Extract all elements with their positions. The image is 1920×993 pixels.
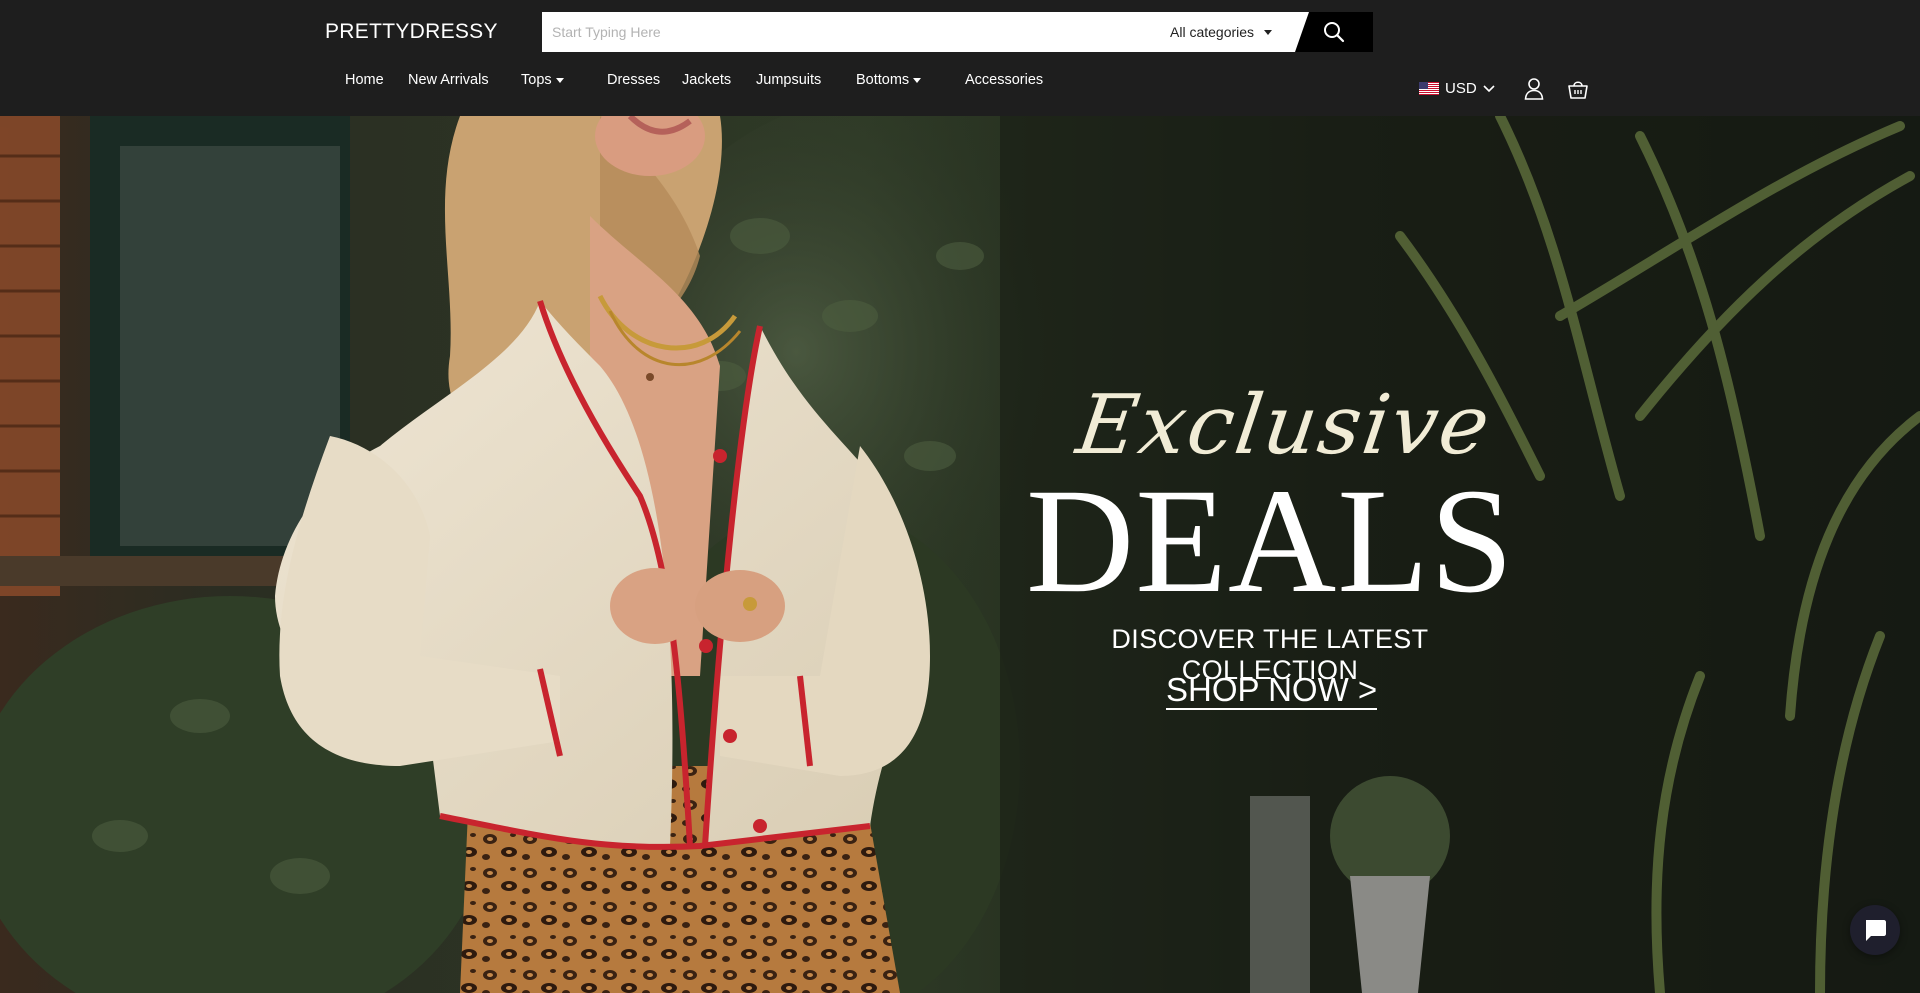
- nav-item-new-arrivals[interactable]: New Arrivals: [408, 72, 489, 88]
- nav-item-label: Accessories: [965, 72, 1044, 88]
- search-input[interactable]: [542, 12, 1142, 52]
- chevron-down-icon: [1483, 84, 1495, 92]
- nav-item-label: Jackets: [682, 72, 732, 88]
- nav-item-jackets[interactable]: Jackets: [682, 72, 731, 88]
- caret-down-icon: [555, 77, 564, 83]
- chat-button[interactable]: [1850, 905, 1900, 955]
- category-select[interactable]: All categories: [1170, 12, 1296, 52]
- search-button[interactable]: [1295, 12, 1373, 52]
- hero-image: [0, 116, 1920, 993]
- us-flag-icon: [1419, 82, 1439, 95]
- nav-item-accessories[interactable]: Accessories: [965, 72, 1043, 88]
- category-select-label: All categories: [1170, 24, 1255, 40]
- nav-item-label: Bottoms: [856, 72, 910, 88]
- hero-banner[interactable]: Exclusive DEALS DISCOVER THE LATEST COLL…: [0, 116, 1920, 993]
- currency-selector[interactable]: USD: [1419, 80, 1495, 97]
- caret-down-icon: [913, 77, 922, 83]
- nav-item-home[interactable]: Home: [345, 72, 384, 88]
- chat-icon: [1866, 920, 1886, 941]
- nav-item-label: Jumpsuits: [756, 72, 822, 88]
- nav-item-jumpsuits[interactable]: Jumpsuits: [756, 72, 821, 88]
- nav-item-dresses[interactable]: Dresses: [607, 72, 660, 88]
- shopping-bag-icon: [1568, 81, 1588, 99]
- account-button[interactable]: [1524, 78, 1544, 105]
- nav-item-label: Tops: [521, 72, 552, 88]
- nav-item-label: Dresses: [607, 72, 661, 88]
- currency-label: USD: [1445, 80, 1477, 97]
- search-bar: All categories: [542, 12, 1373, 52]
- nav-item-label: Home: [345, 72, 384, 88]
- nav-item-bottoms[interactable]: Bottoms: [856, 72, 922, 88]
- search-icon: [1324, 22, 1345, 43]
- nav-item-tops[interactable]: Tops: [521, 72, 564, 88]
- shop-now-link[interactable]: SHOP NOW >: [1166, 672, 1378, 710]
- nav-item-label: New Arrivals: [408, 72, 489, 88]
- hero-title: DEALS: [1026, 458, 1515, 624]
- logo[interactable]: PRETTYDRESSY: [325, 20, 498, 44]
- caret-down-icon: [1264, 29, 1273, 35]
- cart-button[interactable]: [1567, 79, 1589, 104]
- site-header: PRETTYDRESSY All categories Home New Arr…: [0, 0, 1920, 116]
- user-icon: [1524, 78, 1544, 100]
